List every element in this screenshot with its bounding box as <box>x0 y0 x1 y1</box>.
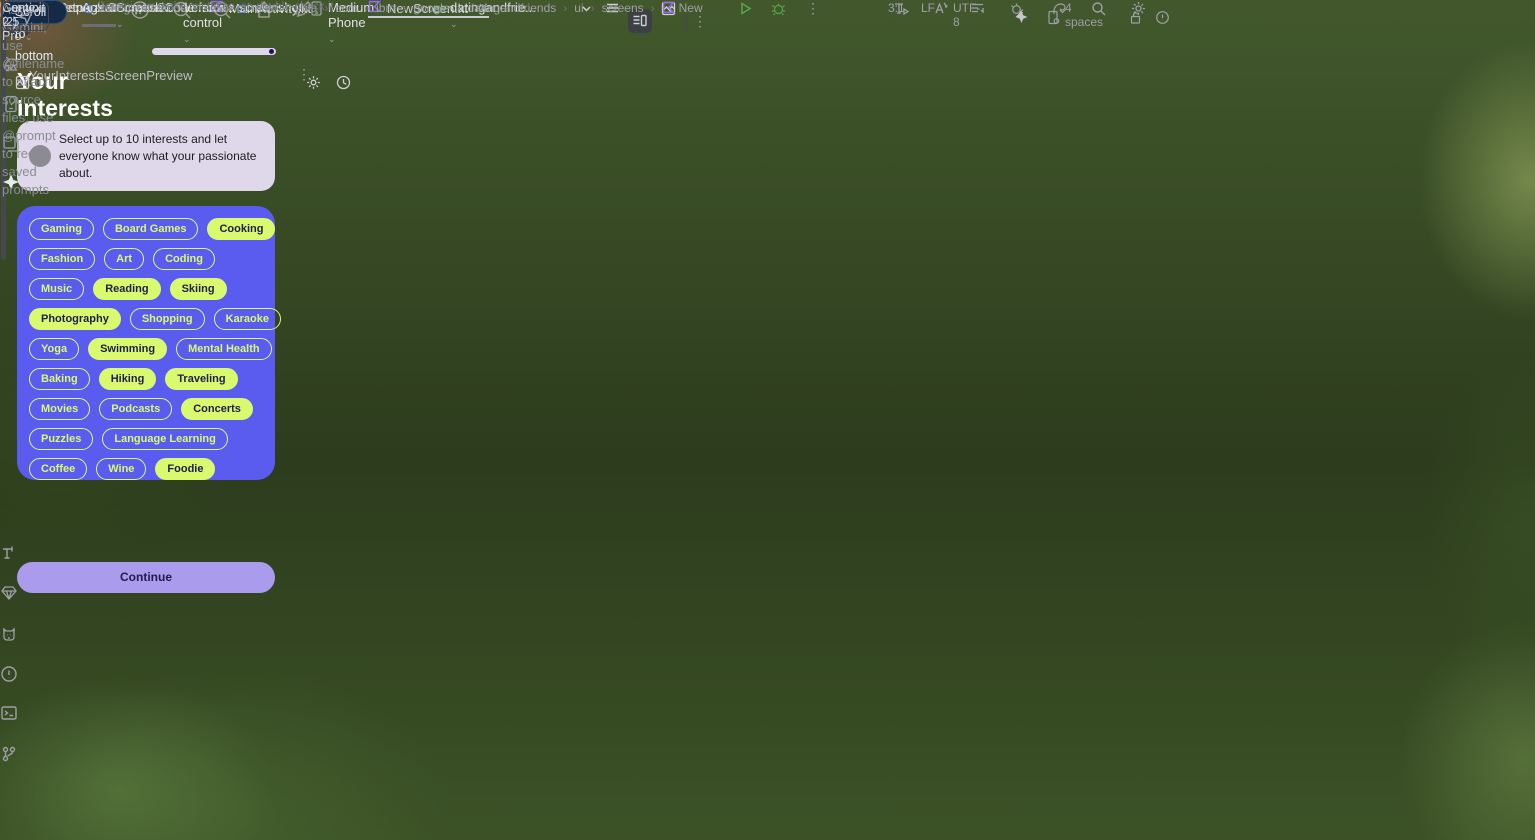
chip-row: Fashion Art Coding <box>29 248 281 270</box>
caret-position[interactable]: 3:1 <box>888 1 905 15</box>
interest-chip[interactable]: Hiking <box>99 368 157 390</box>
terminal-icon[interactable] <box>0 704 18 722</box>
device-cat-icon[interactable] <box>0 625 18 643</box>
chip-row: Baking Hiking Traveling <box>29 368 281 390</box>
kotlin-file-icon <box>662 1 679 15</box>
interest-chip[interactable]: Mental Health <box>176 338 272 360</box>
chip-row: Coffee Wine Foodie <box>29 458 281 480</box>
breadcrumb-separator: › <box>591 1 595 15</box>
interest-chip[interactable]: Swimming <box>88 338 167 360</box>
progress-dot <box>269 49 274 54</box>
chip-row: Music Reading Skiing <box>29 278 281 300</box>
interest-chip[interactable]: Shopping <box>130 308 205 330</box>
breadcrumb-separator: › <box>651 1 655 15</box>
chip-row: Movies Podcasts Concerts <box>29 398 281 420</box>
breadcrumb-separator: › <box>457 1 461 15</box>
interest-chip[interactable]: Art <box>104 248 144 270</box>
interest-chip[interactable]: Cooking <box>207 218 275 240</box>
gemini-status-icon[interactable] <box>1014 10 1029 28</box>
interest-chip[interactable]: Board Games <box>103 218 199 240</box>
breadcrumb-item[interactable]: New <box>662 1 703 15</box>
git-branch-icon[interactable] <box>0 745 18 763</box>
device-settings-icon[interactable] <box>1046 10 1061 28</box>
interest-chip[interactable]: Reading <box>93 278 160 300</box>
info-text: Select up to 10 interests and let everyo… <box>59 131 263 182</box>
breadcrumb-item[interactable]: ui <box>574 1 583 15</box>
line-separator[interactable]: LF <box>921 1 935 15</box>
chip-row: Puzzles Language Learning <box>29 428 281 450</box>
history-clock-icon[interactable] <box>335 74 352 96</box>
file-encoding[interactable]: UTF-8 <box>953 1 980 29</box>
breadcrumb-separator: › <box>563 1 567 15</box>
interest-chip[interactable]: Podcasts <box>99 398 172 420</box>
gemini-prompt-input[interactable]: Ask Gemini, use @filename to attach sour… <box>1 0 3 2</box>
interest-chip[interactable]: Concerts <box>181 398 253 420</box>
continue-button[interactable]: Continue <box>17 562 275 593</box>
indent-config[interactable]: 4 spaces <box>1065 1 1103 29</box>
interest-chip[interactable]: Baking <box>29 368 90 390</box>
chip-row: Yoga Swimming Mental Health <box>29 338 281 360</box>
problems-icon[interactable] <box>0 665 18 683</box>
inspections-icon[interactable] <box>1155 10 1170 28</box>
interest-chip[interactable]: Foodie <box>155 458 215 480</box>
gemini-disclaimer: Gemini can make mistakes, so double-chec… <box>2 1 428 13</box>
attach-image-icon[interactable] <box>14 74 31 96</box>
chip-row: Photography Shopping Karaoke <box>29 308 281 330</box>
interest-chip[interactable]: Coffee <box>29 458 87 480</box>
interest-chip[interactable]: Movies <box>29 398 90 420</box>
kebab-menu-icon[interactable]: ⋮ <box>693 13 708 30</box>
interest-chip[interactable]: Wine <box>96 458 146 480</box>
gemini-settings-icon[interactable] <box>305 74 322 96</box>
interest-chip[interactable]: Language Learning <box>102 428 227 450</box>
lock-icon[interactable] <box>1128 10 1143 28</box>
interest-chip[interactable]: Skiing <box>170 278 227 300</box>
interest-chip[interactable]: Puzzles <box>29 428 93 450</box>
interest-chip[interactable]: Traveling <box>165 368 237 390</box>
interest-chip[interactable]: Coding <box>153 248 215 270</box>
interest-chip[interactable]: Music <box>29 278 84 300</box>
interest-chip[interactable]: Fashion <box>29 248 95 270</box>
interest-chip[interactable]: Yoga <box>29 338 79 360</box>
build-hammer-icon[interactable] <box>0 544 18 562</box>
interest-chip[interactable]: Gaming <box>29 218 94 240</box>
interest-chip[interactable]: Photography <box>29 308 121 330</box>
chip-row: Gaming Board Games Cooking <box>29 218 281 240</box>
breadcrumb-item[interactable]: datingandfriends <box>468 1 557 15</box>
breadcrumb-item[interactable]: screens <box>602 1 644 15</box>
interests-chip-grid[interactable]: Gaming Board Games Cooking Fashion Art Coding… <box>17 206 275 480</box>
progress-bar <box>152 48 276 55</box>
interest-chip[interactable]: Karaoke <box>214 308 281 330</box>
gems-icon[interactable] <box>0 584 18 602</box>
